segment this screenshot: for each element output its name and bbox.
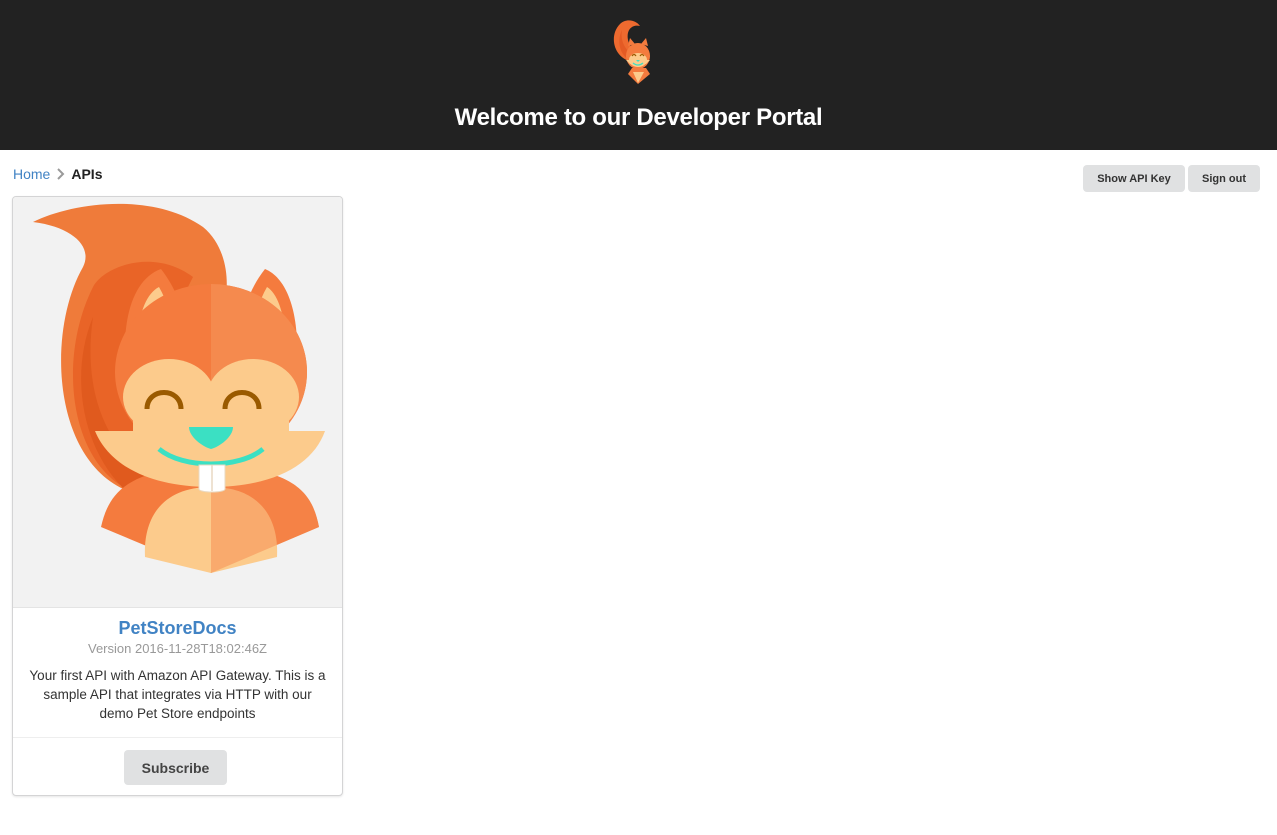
- show-api-key-button[interactable]: Show API Key: [1083, 165, 1185, 192]
- sign-out-button[interactable]: Sign out: [1188, 165, 1260, 192]
- subscribe-button[interactable]: Subscribe: [124, 750, 227, 785]
- api-card: PetStoreDocs Version 2016-11-28T18:02:46…: [12, 196, 343, 796]
- api-description: Your first API with Amazon API Gateway. …: [29, 668, 326, 721]
- page-title: Welcome to our Developer Portal: [454, 104, 823, 131]
- squirrel-logo-icon: [606, 16, 670, 96]
- squirrel-illustration-icon: [13, 197, 342, 608]
- breadcrumb-current: APIs: [71, 166, 103, 182]
- api-version: Version 2016-11-28T18:02:46Z: [88, 641, 267, 656]
- breadcrumb: Home APIs: [13, 166, 102, 182]
- chevron-right-icon: [57, 167, 65, 181]
- api-title-link[interactable]: PetStoreDocs: [13, 618, 342, 639]
- card-actions: Subscribe: [13, 737, 342, 795]
- site-header: Welcome to our Developer Portal: [0, 0, 1277, 150]
- breadcrumb-home-link[interactable]: Home: [13, 166, 50, 182]
